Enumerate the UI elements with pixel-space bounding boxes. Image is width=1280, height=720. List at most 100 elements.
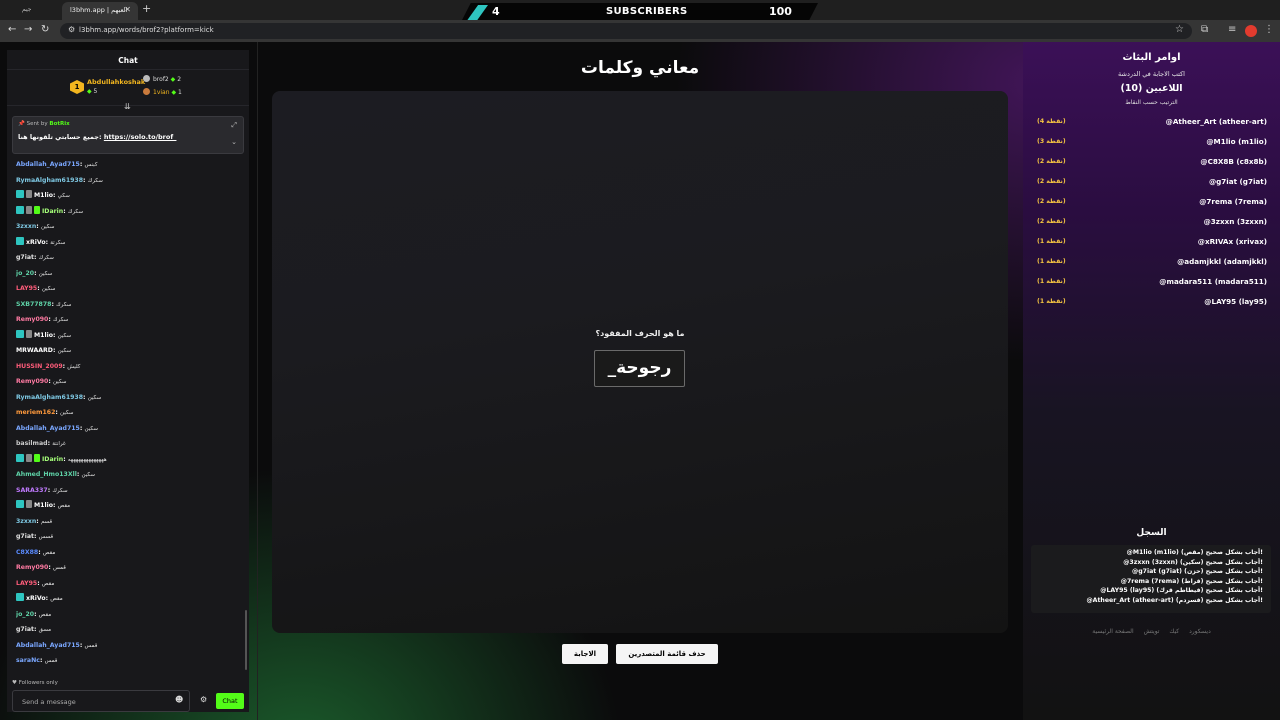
moderator-badge-icon [26,329,32,338]
site-info-icon[interactable]: ⚙ [68,25,75,34]
url-field[interactable]: ⚙ l3bhm.app/words/brof2?platform=kick ☆ [60,23,1192,39]
player-points: (3 نقطة) [1037,138,1066,145]
chat-text: مقص [50,596,63,602]
top-gifter-name[interactable]: Abdullahkoshak [87,78,145,86]
chat-username[interactable]: RymaAlgham61938 [16,177,83,184]
player-points: (1 نقطة) [1037,238,1066,245]
send-chat-button[interactable]: Chat [216,693,244,709]
chat-input[interactable]: Send a message [12,690,190,712]
media-icon[interactable]: ≡ [1228,24,1236,35]
chat-message: Abdallah_Ayad715: قمس [16,638,242,654]
tab-active[interactable]: l3bhm.app | العبهم ✕ [62,2,138,20]
chat-username[interactable]: jo_20 [16,270,34,277]
chat-username[interactable]: 3zxxn [16,223,36,230]
footer-link-twitch[interactable]: تويتش [1144,628,1160,635]
subscriber-badge-icon [16,190,24,198]
chat-username[interactable]: IDarin [42,208,63,215]
chat-text: سكين [84,425,99,432]
chat-username[interactable]: LAY95 [16,285,37,292]
chat-message: IDarin: سكرك [16,204,242,220]
footer-links: ديسكورد كيك تويتش الصفحة الرئيسية [1023,628,1280,635]
chat-username[interactable]: xRiVo [26,595,46,602]
pinned-link[interactable]: https://solo.to/brof_ [104,133,177,141]
chat-username[interactable]: M1lio [34,332,53,339]
chat-message: LAY95: سكين [16,281,242,297]
word-display: _رجوحة [594,350,685,387]
chat-username[interactable]: meriem162 [16,409,55,416]
tab-inactive[interactable]: جيم [8,3,58,17]
answer-button[interactable]: الاجابة [562,644,608,664]
chat-username[interactable]: MRWAARD [16,347,53,354]
chat-username[interactable]: HUSSIN_2009 [16,363,63,370]
player-name: @C8X8B (c8x8b) [1200,157,1267,166]
chat-username[interactable]: xRiVo [26,239,46,246]
chat-message: meriem162: سكين [16,405,242,421]
chat-username[interactable]: RymaAlgham61938 [16,394,83,401]
chat-username[interactable]: M1lio [34,192,53,199]
new-tab-icon[interactable]: + [142,2,151,15]
chat-scrollbar[interactable] [245,610,247,670]
gifter-row[interactable]: brof2 ◆ 2 [143,75,181,83]
chat-text: سكين [57,332,72,339]
chat-username[interactable]: C8X88 [16,549,38,556]
chat-username[interactable]: Abdallah_Ayad715 [16,642,80,649]
subscriber-badge-icon [16,236,24,245]
chat-username[interactable]: g7iat [16,533,34,540]
chat-panel: Chat 1 Abdullahkoshak ◆ 5 brof2 ◆ 2 1via… [7,50,249,712]
chat-text: سكين [57,348,72,354]
chat-username[interactable]: saraNc [16,657,40,664]
log-title: السجل [1136,528,1167,538]
menu-icon[interactable]: ⋮ [1264,24,1274,35]
chat-username[interactable]: Remy090 [16,316,48,323]
moderator-badge-icon [26,205,32,214]
chat-username[interactable]: Remy090 [16,564,48,571]
close-icon[interactable]: ✕ [124,5,131,14]
chat-message: M1lio: سكين [16,328,242,344]
bookmark-star-icon[interactable]: ☆ [1175,24,1184,35]
chat-username[interactable]: LAY95 [16,580,37,587]
chat-message: Remy090: قمس [16,560,242,576]
chat-username[interactable]: SARA337 [16,487,48,494]
extensions-icon[interactable]: ⧉ [1201,24,1208,35]
chat-text: غرانتة [52,441,66,447]
footer-link-home[interactable]: الصفحة الرئيسية [1092,628,1133,635]
chat-username[interactable]: M1lio [34,502,53,509]
chevron-down-icon[interactable]: ⌄ [231,138,237,146]
chat-username[interactable]: Remy090 [16,378,48,385]
chat-username[interactable]: IDarin [42,456,63,463]
rank-badge: 1 [70,80,84,94]
chat-text: سكين [38,270,53,277]
gift-badge-icon [34,453,40,462]
chat-username[interactable]: SXB77878 [16,301,51,308]
leaderboard-row: (1 نقطة) @madara511 (madara511) [1037,272,1267,292]
chevron-down-icon[interactable]: ⇊ [124,102,131,111]
chat-username[interactable]: Ahmed_Hmo13Xll [16,471,77,478]
footer-link-kick[interactable]: كيك [1169,628,1179,635]
chat-username[interactable]: Abdallah_Ayad715 [16,161,80,168]
gifter-row[interactable]: 1vian ◆ 1 [143,88,182,96]
chat-username[interactable]: jo_20 [16,611,34,618]
emoji-icon[interactable]: ☻ [175,695,183,704]
log-entry: @3zxxn (3zxxn) أجاب بشكل صحيح (سكين)! [1123,558,1263,566]
chat-username[interactable]: Abdallah_Ayad715 [16,425,80,432]
back-icon[interactable]: ← [8,24,16,35]
chat-username[interactable]: g7iat [16,254,34,261]
chat-message: Remy090: سكرك [16,312,242,328]
chat-text: سكين [40,224,55,230]
chat-username[interactable]: basilmad [16,440,48,447]
divider [257,42,258,720]
reload-icon[interactable]: ↻ [41,24,49,35]
profile-avatar[interactable] [1245,25,1257,37]
clear-leaderboard-button[interactable]: حذف قائمة المتصدرين [616,644,718,664]
chat-username[interactable]: 3zxxn [16,518,36,525]
footer-link-discord[interactable]: ديسكورد [1189,628,1211,635]
gift-icon: ◆ [171,89,177,96]
rank-icon [143,75,150,82]
gear-icon[interactable]: ⚙ [200,695,207,704]
unpin-icon[interactable]: ⤢ [231,121,237,130]
forward-icon[interactable]: → [24,24,32,35]
chat-message: SXB77878: سكرك [16,297,242,313]
moderator-badge-icon [26,453,32,462]
chat-username[interactable]: g7iat [16,626,34,633]
player-name: @LAY95 (lay95) [1204,297,1267,306]
